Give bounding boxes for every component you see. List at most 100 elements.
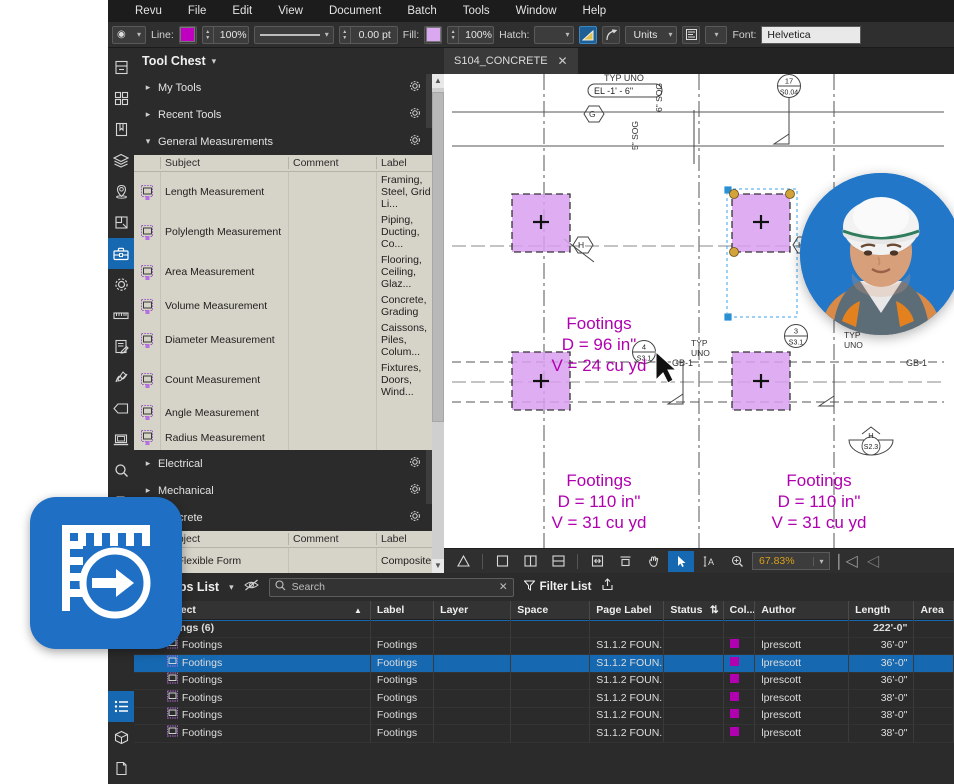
tool-style-dropdown[interactable]: ◉ ▾ <box>112 26 146 44</box>
gear-icon[interactable] <box>404 483 426 498</box>
menu-item-revu[interactable]: Revu <box>122 0 175 22</box>
scroll-down-icon[interactable]: ▼ <box>432 559 444 573</box>
font-name-input[interactable]: Helvetica <box>761 26 861 44</box>
document-tab[interactable]: S104_CONCRETE ✕ <box>444 48 578 74</box>
shape-icon[interactable] <box>450 551 476 572</box>
align-dropdown[interactable]: ▾ <box>705 26 727 44</box>
menu-item-tools[interactable]: Tools <box>450 0 503 22</box>
hide-markups-eye-icon[interactable] <box>244 578 259 596</box>
tool-chest-scrollbar[interactable]: ▲ ▼ <box>432 74 444 573</box>
column-header-area[interactable]: Area <box>914 601 954 620</box>
tool-chest-group-recent-tools[interactable]: ▸Recent Tools▸ <box>134 101 444 128</box>
table-row[interactable]: FootingsFootingsS1.1.2 FOUN...lprescott3… <box>134 673 954 691</box>
table-row[interactable]: FootingsFootingsS1.1.2 FOUN...lprescott3… <box>134 708 954 726</box>
tool-chest-header[interactable]: Tool Chest ▾ <box>134 48 444 74</box>
menu-item-help[interactable]: Help <box>570 0 620 22</box>
previous-page-button[interactable]: ◁ <box>860 551 886 572</box>
grid-icon[interactable] <box>108 83 134 114</box>
scrollbar-thumb[interactable] <box>432 92 444 422</box>
chevron-right-icon[interactable]: ▸ <box>140 485 156 496</box>
table-row[interactable]: FootingsFootingsS1.1.2 FOUN...lprescott3… <box>134 638 954 656</box>
document-icon[interactable] <box>108 753 134 784</box>
tool-row[interactable]: Polylength MeasurementPiping, Ducting, C… <box>134 212 444 252</box>
fit-page-icon[interactable] <box>584 551 610 572</box>
settings-gear-icon[interactable] <box>108 269 134 300</box>
tool-row[interactable]: Length MeasurementFraming, Steel, Grid L… <box>134 172 444 212</box>
chevron-right-icon[interactable]: ▸ <box>140 109 156 120</box>
studio-icon[interactable] <box>108 424 134 455</box>
chevron-down-icon[interactable]: ▾ <box>813 557 829 566</box>
split-horizontal-icon[interactable] <box>545 551 571 572</box>
align-button[interactable] <box>682 26 700 44</box>
text-select-icon[interactable]: A <box>696 551 722 572</box>
fit-width-icon[interactable] <box>612 551 638 572</box>
subject-column-header[interactable]: Subject <box>160 157 288 169</box>
signature-icon[interactable] <box>108 362 134 393</box>
menu-item-file[interactable]: File <box>175 0 220 22</box>
markups-edit-icon[interactable] <box>108 331 134 362</box>
units-dropdown[interactable]: Units ▾ <box>625 26 677 44</box>
tool-chest-group-general-measurements[interactable]: ▾General Measurements <box>134 128 444 155</box>
3d-model-icon[interactable] <box>108 722 134 753</box>
measurement-calibrate-button[interactable] <box>579 26 597 44</box>
clear-search-icon[interactable]: ✕ <box>499 581 508 593</box>
column-header-label[interactable]: Label <box>371 601 434 620</box>
comment-column-header[interactable]: Comment <box>288 157 376 169</box>
bookmark-icon[interactable] <box>108 114 134 145</box>
table-row[interactable]: FootingsFootingsS1.1.2 FOUN...lprescott3… <box>134 690 954 708</box>
column-header-author[interactable]: Author <box>755 601 849 620</box>
chevron-right-icon[interactable]: ▸ <box>140 458 156 469</box>
sort-filter-icon[interactable]: ⇅ <box>710 601 723 620</box>
comment-column-header[interactable]: Comment <box>288 533 376 545</box>
column-header-status[interactable]: Status⇅ <box>664 601 723 620</box>
gear-icon[interactable] <box>404 456 426 471</box>
two-page-icon[interactable] <box>517 551 543 572</box>
gear-icon[interactable] <box>404 80 426 95</box>
thumbnails-icon[interactable] <box>108 52 134 83</box>
tool-row[interactable]: Radius Measurement <box>134 425 444 450</box>
close-icon[interactable]: ✕ <box>558 54 568 68</box>
column-header-pagelabel[interactable]: Page Label <box>590 601 664 620</box>
tool-chest-group-electrical[interactable]: ▸Electrical▸ <box>134 450 444 477</box>
markups-search-input[interactable]: Search ✕ <box>269 578 514 597</box>
line-opacity-stepper[interactable]: ▲▼ 100% <box>202 26 249 44</box>
tool-chest-group-my-tools[interactable]: ▸My Tools▸ <box>134 74 444 101</box>
chevron-down-icon[interactable]: ▾ <box>140 136 156 147</box>
fill-color-button[interactable] <box>424 26 442 44</box>
tool-row[interactable]: Diameter MeasurementCaissons, Piles, Col… <box>134 320 444 360</box>
menu-item-window[interactable]: Window <box>503 0 570 22</box>
menu-item-document[interactable]: Document <box>316 0 394 22</box>
footing-measurement-label[interactable]: FootingsD = 96 in"V = 24 cu yd <box>552 314 647 375</box>
chevron-down-icon[interactable]: ▾ <box>212 56 217 67</box>
column-header-layer[interactable]: Layer <box>434 601 511 620</box>
export-icon[interactable] <box>601 578 614 596</box>
measurements-ruler-icon[interactable] <box>108 300 134 331</box>
gear-icon[interactable] <box>404 510 426 525</box>
fill-opacity-stepper[interactable]: ▲▼ 100% <box>447 26 494 44</box>
chevron-down-icon[interactable]: ▾ <box>229 582 234 593</box>
search-icon[interactable] <box>108 455 134 486</box>
column-header-space[interactable]: Space <box>511 601 590 620</box>
sort-ascending-icon[interactable]: ▲ <box>354 601 370 620</box>
line-weight-stepper[interactable]: ▲▼ 0.00 pt <box>339 26 398 44</box>
line-color-button[interactable] <box>179 26 197 44</box>
filter-list-button[interactable]: Filter List <box>524 580 592 594</box>
single-page-icon[interactable] <box>489 551 515 572</box>
markups-group-row[interactable]: ▾Footings (6)222'-0" <box>134 620 954 638</box>
line-style-dropdown[interactable]: ▾ <box>254 26 334 44</box>
tool-row[interactable]: Volume MeasurementConcrete, Grading <box>134 292 444 320</box>
scroll-up-icon[interactable]: ▲ <box>432 74 444 88</box>
select-arrow-icon[interactable] <box>668 551 694 572</box>
tool-row[interactable]: Angle Measurement <box>134 400 444 425</box>
footing-measurement-label[interactable]: FootingsD = 110 in"V = 31 cu yd <box>552 471 647 532</box>
location-pin-icon[interactable] <box>108 176 134 207</box>
column-header-col[interactable]: Col... <box>724 601 756 620</box>
column-header-length[interactable]: Length <box>849 601 914 620</box>
chevron-right-icon[interactable]: ▸ <box>140 82 156 93</box>
tag-icon[interactable] <box>108 393 134 424</box>
curve-tool-button[interactable] <box>602 26 620 44</box>
zoom-level-input[interactable]: 67.83% ▾ <box>752 552 830 570</box>
markups-list-icon[interactable] <box>108 691 134 722</box>
hatch-dropdown[interactable]: ▾ <box>534 26 574 44</box>
table-row[interactable]: FootingsFootingsS1.1.2 FOUN...lprescott3… <box>134 725 954 743</box>
